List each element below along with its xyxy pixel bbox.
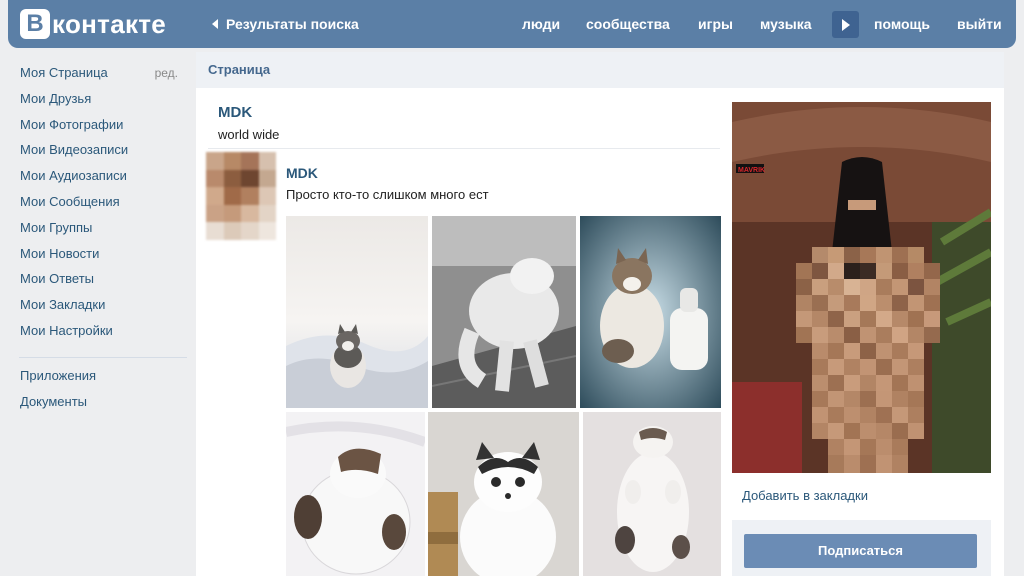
back-to-search-link[interactable]: Результаты поиска (212, 16, 359, 32)
sidebar-item-audio[interactable]: Мои Аудиозаписи (20, 167, 188, 193)
sidebar-item-answers[interactable]: Мои Ответы (20, 270, 188, 296)
sidebar-item-friends[interactable]: Мои Друзья (20, 90, 188, 116)
page-title[interactable]: MDK (218, 104, 252, 121)
nav-music[interactable]: музыка (760, 16, 811, 32)
nav-more-arrow-icon[interactable] (832, 11, 859, 38)
nav-help[interactable]: помощь (874, 16, 930, 32)
sidebar-item-videos[interactable]: Мои Видеозаписи (20, 141, 188, 167)
subscribe-area: Подписаться (732, 520, 991, 576)
page-status: world wide (218, 127, 280, 142)
sidebar-divider (19, 356, 187, 358)
vk-logo[interactable]: В контакте (20, 9, 166, 39)
post-photo-cat-in-snow[interactable] (286, 412, 425, 576)
sidebar-item-photos[interactable]: Мои Фотографии (20, 116, 188, 142)
avatar[interactable] (206, 152, 276, 240)
subscribe-button[interactable]: Подписаться (744, 534, 977, 568)
post-photo-surprised-cat[interactable] (428, 412, 579, 576)
sidebar-item-news[interactable]: Мои Новости (20, 245, 188, 271)
logo-text: контакте (52, 8, 167, 39)
sidebar-item-apps[interactable]: Приложения (20, 367, 188, 393)
left-sidebar: Моя Страница ред. Мои Друзья Мои Фотогра… (19, 64, 188, 419)
header-divider (208, 148, 720, 149)
section-title: Страница (196, 52, 1004, 88)
back-arrow-icon (212, 19, 218, 29)
post-photo-cat-with-milk[interactable] (580, 216, 721, 408)
main-panel: Страница MDK world wide MDK Просто кто-т… (196, 52, 1004, 576)
back-label: Результаты поиска (226, 16, 359, 32)
sidebar-item-documents[interactable]: Документы (20, 393, 188, 419)
post-author[interactable]: MDK (286, 165, 318, 181)
ad-caption: MAVRIK (738, 167, 765, 174)
post-photo-cat-on-bed[interactable] (286, 216, 428, 408)
sidebar-item-groups[interactable]: Мои Группы (20, 219, 188, 245)
sidebar-item-bookmarks[interactable]: Мои Закладки (20, 296, 188, 322)
post-photo-fat-cat-lying[interactable] (583, 412, 721, 576)
nav-games[interactable]: игры (698, 16, 733, 32)
sidebar-item-settings[interactable]: Мои Настройки (20, 322, 188, 348)
nav-logout[interactable]: выйти (957, 16, 1002, 32)
ad-image[interactable]: MAVRIK (732, 102, 991, 473)
logo-letter: В (20, 9, 50, 39)
sidebar-item-messages[interactable]: Мои Сообщения (20, 193, 188, 219)
top-header: В контакте Результаты поиска люди сообще… (8, 0, 1016, 48)
post-photo-cat-on-floor[interactable] (432, 216, 576, 408)
edit-link[interactable]: ред. (155, 66, 178, 80)
nav-communities[interactable]: сообщества (586, 16, 670, 32)
post-text: Просто кто-то слишком много ест (286, 187, 489, 202)
nav-people[interactable]: люди (522, 16, 560, 32)
add-to-bookmarks-link[interactable]: Добавить в закладки (742, 488, 868, 503)
